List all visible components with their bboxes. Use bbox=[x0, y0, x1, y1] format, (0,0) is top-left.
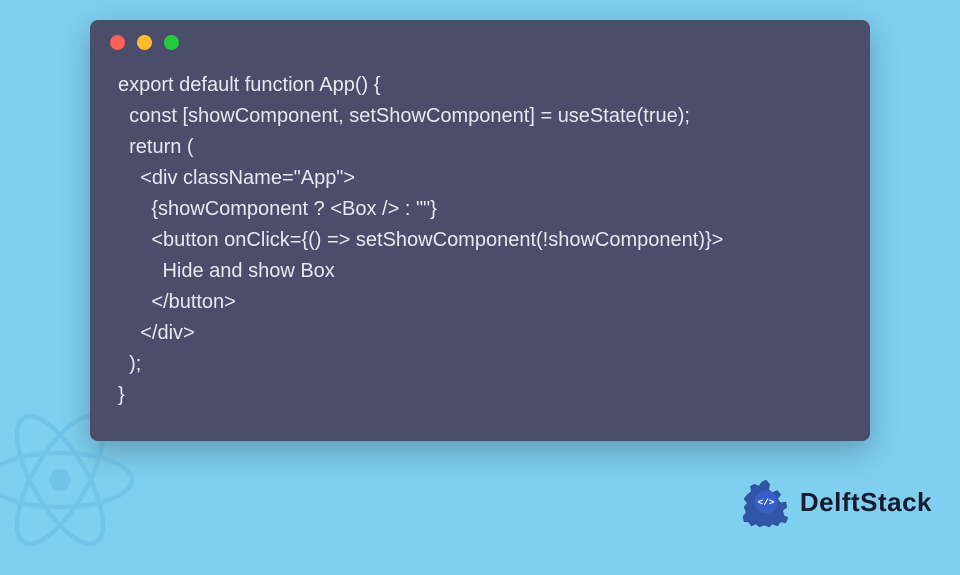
code-window: export default function App() { const [s… bbox=[90, 20, 870, 441]
svg-text:</>: </> bbox=[757, 497, 774, 508]
brand-name: DelftStack bbox=[800, 487, 932, 518]
minimize-icon bbox=[137, 35, 152, 50]
code-block: export default function App() { const [s… bbox=[90, 60, 870, 421]
brand-logo-icon: </> bbox=[740, 476, 792, 528]
close-icon bbox=[110, 35, 125, 50]
brand: </> DelftStack bbox=[740, 476, 932, 528]
maximize-icon bbox=[164, 35, 179, 50]
window-titlebar bbox=[90, 20, 870, 60]
